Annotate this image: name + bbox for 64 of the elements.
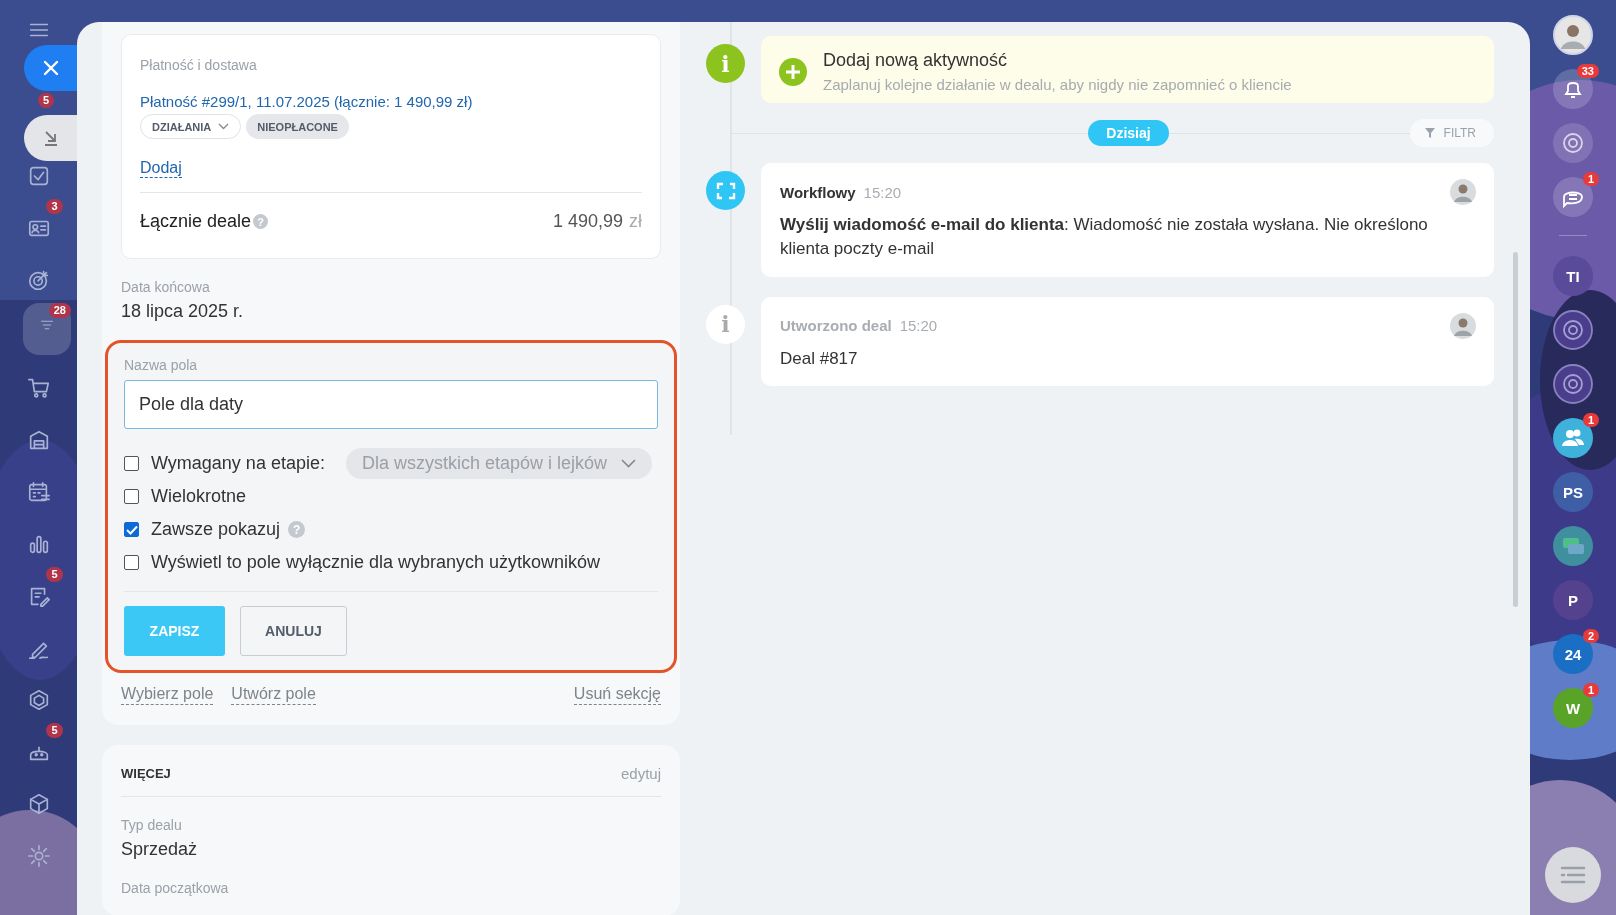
scrollbar[interactable] xyxy=(1513,252,1518,607)
section-title: Płatność i dostawa xyxy=(140,57,258,73)
checkbox-label[interactable]: Wielokrotne xyxy=(151,486,247,508)
day-label: Dzisiaj xyxy=(1088,120,1169,146)
minimize-button[interactable] xyxy=(24,115,77,161)
user-avatar-icon[interactable] xyxy=(1553,15,1593,55)
menu-icon xyxy=(1560,865,1586,885)
section-title: WIĘCEJ xyxy=(121,765,171,781)
filter-icon xyxy=(1423,127,1436,139)
currency-label: zł xyxy=(629,211,642,233)
field-name-input[interactable]: Pole dla daty xyxy=(124,380,658,430)
chevron-down-icon xyxy=(621,459,636,469)
status-badge: NIEOPŁACONE xyxy=(246,114,349,139)
people-icon[interactable] xyxy=(1553,418,1593,458)
info-icon: i xyxy=(706,44,745,83)
event-title: Workflowy xyxy=(780,183,856,201)
workflow-icon xyxy=(706,171,745,210)
target-icon[interactable] xyxy=(26,268,51,292)
plus-icon xyxy=(779,57,807,86)
payment-link[interactable]: Płatność #299/1, 11.07.2025 (łącznie: 1 490,99 zł) xyxy=(140,93,642,110)
checkbox-label[interactable]: Wymagany na etapie: xyxy=(151,453,325,475)
event-time: 15:20 xyxy=(899,317,938,335)
calendar-icon[interactable] xyxy=(26,480,51,504)
event-text: Deal #817 xyxy=(780,347,859,370)
field-label: Nazwa pola xyxy=(124,357,199,374)
close-icon xyxy=(41,59,60,77)
close-button[interactable] xyxy=(24,45,77,91)
section-link[interactable]: Usuń sekcję xyxy=(573,685,661,705)
chat-icon[interactable] xyxy=(1553,177,1593,217)
nav-item-selected[interactable]: 28 xyxy=(23,303,71,355)
field-value: 18 lipca 2025 r. xyxy=(121,301,245,323)
checkbox-label[interactable]: Wyświetl to pole wyłącznie dla wybranych użytkowników xyxy=(151,552,600,574)
add-link[interactable]: Dodaj xyxy=(140,159,182,179)
chevron-down-icon xyxy=(218,123,230,130)
section-link[interactable]: Wybierz pole xyxy=(121,685,214,705)
checkbox[interactable] xyxy=(124,522,139,538)
section-link[interactable]: Utwórz pole xyxy=(231,685,316,705)
actions-dropdown[interactable]: DZIAŁANIA xyxy=(140,114,242,139)
add-activity-hint: Zaplanuj kolejne działanie w dealu, aby nigdy nie zapomnieć o kliencie xyxy=(823,76,1292,93)
cart-icon[interactable] xyxy=(26,376,51,400)
checkbox-label[interactable]: Zawsze pokazuj xyxy=(151,519,281,541)
field-label: Data początkowa xyxy=(121,879,230,896)
messages-icon[interactable] xyxy=(1553,526,1593,566)
spiral-icon[interactable] xyxy=(1553,364,1593,404)
spiral-icon[interactable] xyxy=(1553,310,1593,350)
info-icon: i xyxy=(706,304,745,344)
avatar-icon xyxy=(1450,179,1476,205)
checkbox[interactable] xyxy=(124,456,139,472)
field-label: Typ dealu xyxy=(121,816,183,833)
event-title: Utworzono deal xyxy=(780,317,892,335)
add-activity-card[interactable]: Dodaj nową aktywność Zaplanuj kolejne działanie w dealu, aby nigdy nie zapomnieć o kliencie xyxy=(761,36,1494,103)
cancel-button[interactable]: ANULUJ xyxy=(240,606,347,657)
bell-icon[interactable] xyxy=(1553,69,1593,109)
total-value: 1 490,99 xyxy=(552,211,623,233)
field-value: Sprzedaż xyxy=(121,838,199,860)
checkbox[interactable] xyxy=(124,489,139,505)
total-label: Łącznie deale xyxy=(140,211,252,233)
spiral-icon[interactable] xyxy=(1553,123,1593,163)
event-time: 15:20 xyxy=(863,183,902,201)
checkbox[interactable] xyxy=(124,555,139,571)
field-label: Data końcowa xyxy=(121,279,211,296)
avatar-icon xyxy=(1450,312,1476,339)
event-text: Wyślij wiadomość e-mail do klienta: Wiadomość nie została wysłana. Nie określono klienta poczty e-mail xyxy=(780,214,1429,260)
add-activity-title: Dodaj nową aktywność xyxy=(823,50,1009,71)
